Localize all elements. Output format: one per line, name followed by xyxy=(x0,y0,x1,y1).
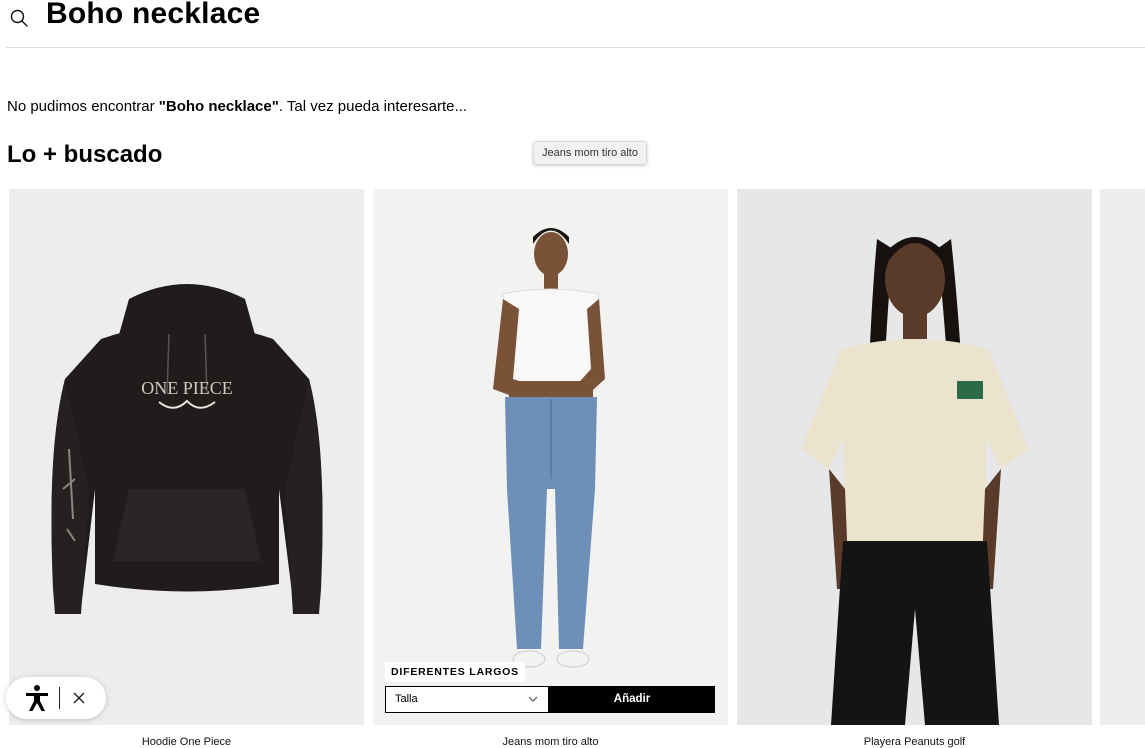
product-tooltip: Jeans mom tiro alto xyxy=(533,141,647,165)
section-title: Lo + buscado xyxy=(7,141,163,168)
hoodie-illustration: ONE PIECE xyxy=(51,284,323,614)
widget-divider xyxy=(59,687,60,709)
product-image[interactable]: ONE PIECE xyxy=(9,189,364,725)
next-product-card-peek[interactable] xyxy=(1100,189,1145,725)
no-results-prefix: No pudimos encontrar xyxy=(7,98,159,115)
chevron-down-icon xyxy=(528,696,538,702)
product-name[interactable]: Playera Peanuts golf xyxy=(737,736,1092,748)
product-card[interactable]: DIFERENTES LARGOS Talla Añadir Jeans mom… xyxy=(373,189,728,748)
tee-model-illustration xyxy=(801,237,1029,725)
hoodie-print-text: ONE PIECE xyxy=(141,378,233,398)
accessibility-widget[interactable] xyxy=(6,677,106,719)
product-badge: DIFERENTES LARGOS xyxy=(385,662,525,682)
product-name[interactable]: Hoodie One Piece xyxy=(9,736,364,748)
search-icon[interactable] xyxy=(9,8,29,28)
add-to-cart-button[interactable]: Añadir xyxy=(549,686,715,713)
product-card[interactable]: ONE PIECE Hoodie One Piece xyxy=(9,189,364,748)
close-icon[interactable] xyxy=(69,688,89,708)
product-image[interactable] xyxy=(737,189,1092,725)
product-image[interactable]: DIFERENTES LARGOS Talla Añadir xyxy=(373,189,728,725)
product-card[interactable]: Playera Peanuts golf xyxy=(737,189,1092,748)
accessibility-icon[interactable] xyxy=(24,684,50,712)
no-results-suffix: . Tal vez pueda interesarte... xyxy=(278,98,468,115)
jeans-model-illustration xyxy=(493,228,605,668)
no-results-message: No pudimos encontrar "Boho necklace". Ta… xyxy=(7,98,467,115)
no-results-term: "Boho necklace" xyxy=(158,98,279,115)
size-select[interactable]: Talla xyxy=(385,686,549,713)
size-select-label: Talla xyxy=(395,693,418,705)
product-name[interactable]: Jeans mom tiro alto xyxy=(373,736,728,748)
search-bar[interactable]: Boho necklace xyxy=(6,0,1145,48)
search-query[interactable]: Boho necklace xyxy=(46,0,260,31)
